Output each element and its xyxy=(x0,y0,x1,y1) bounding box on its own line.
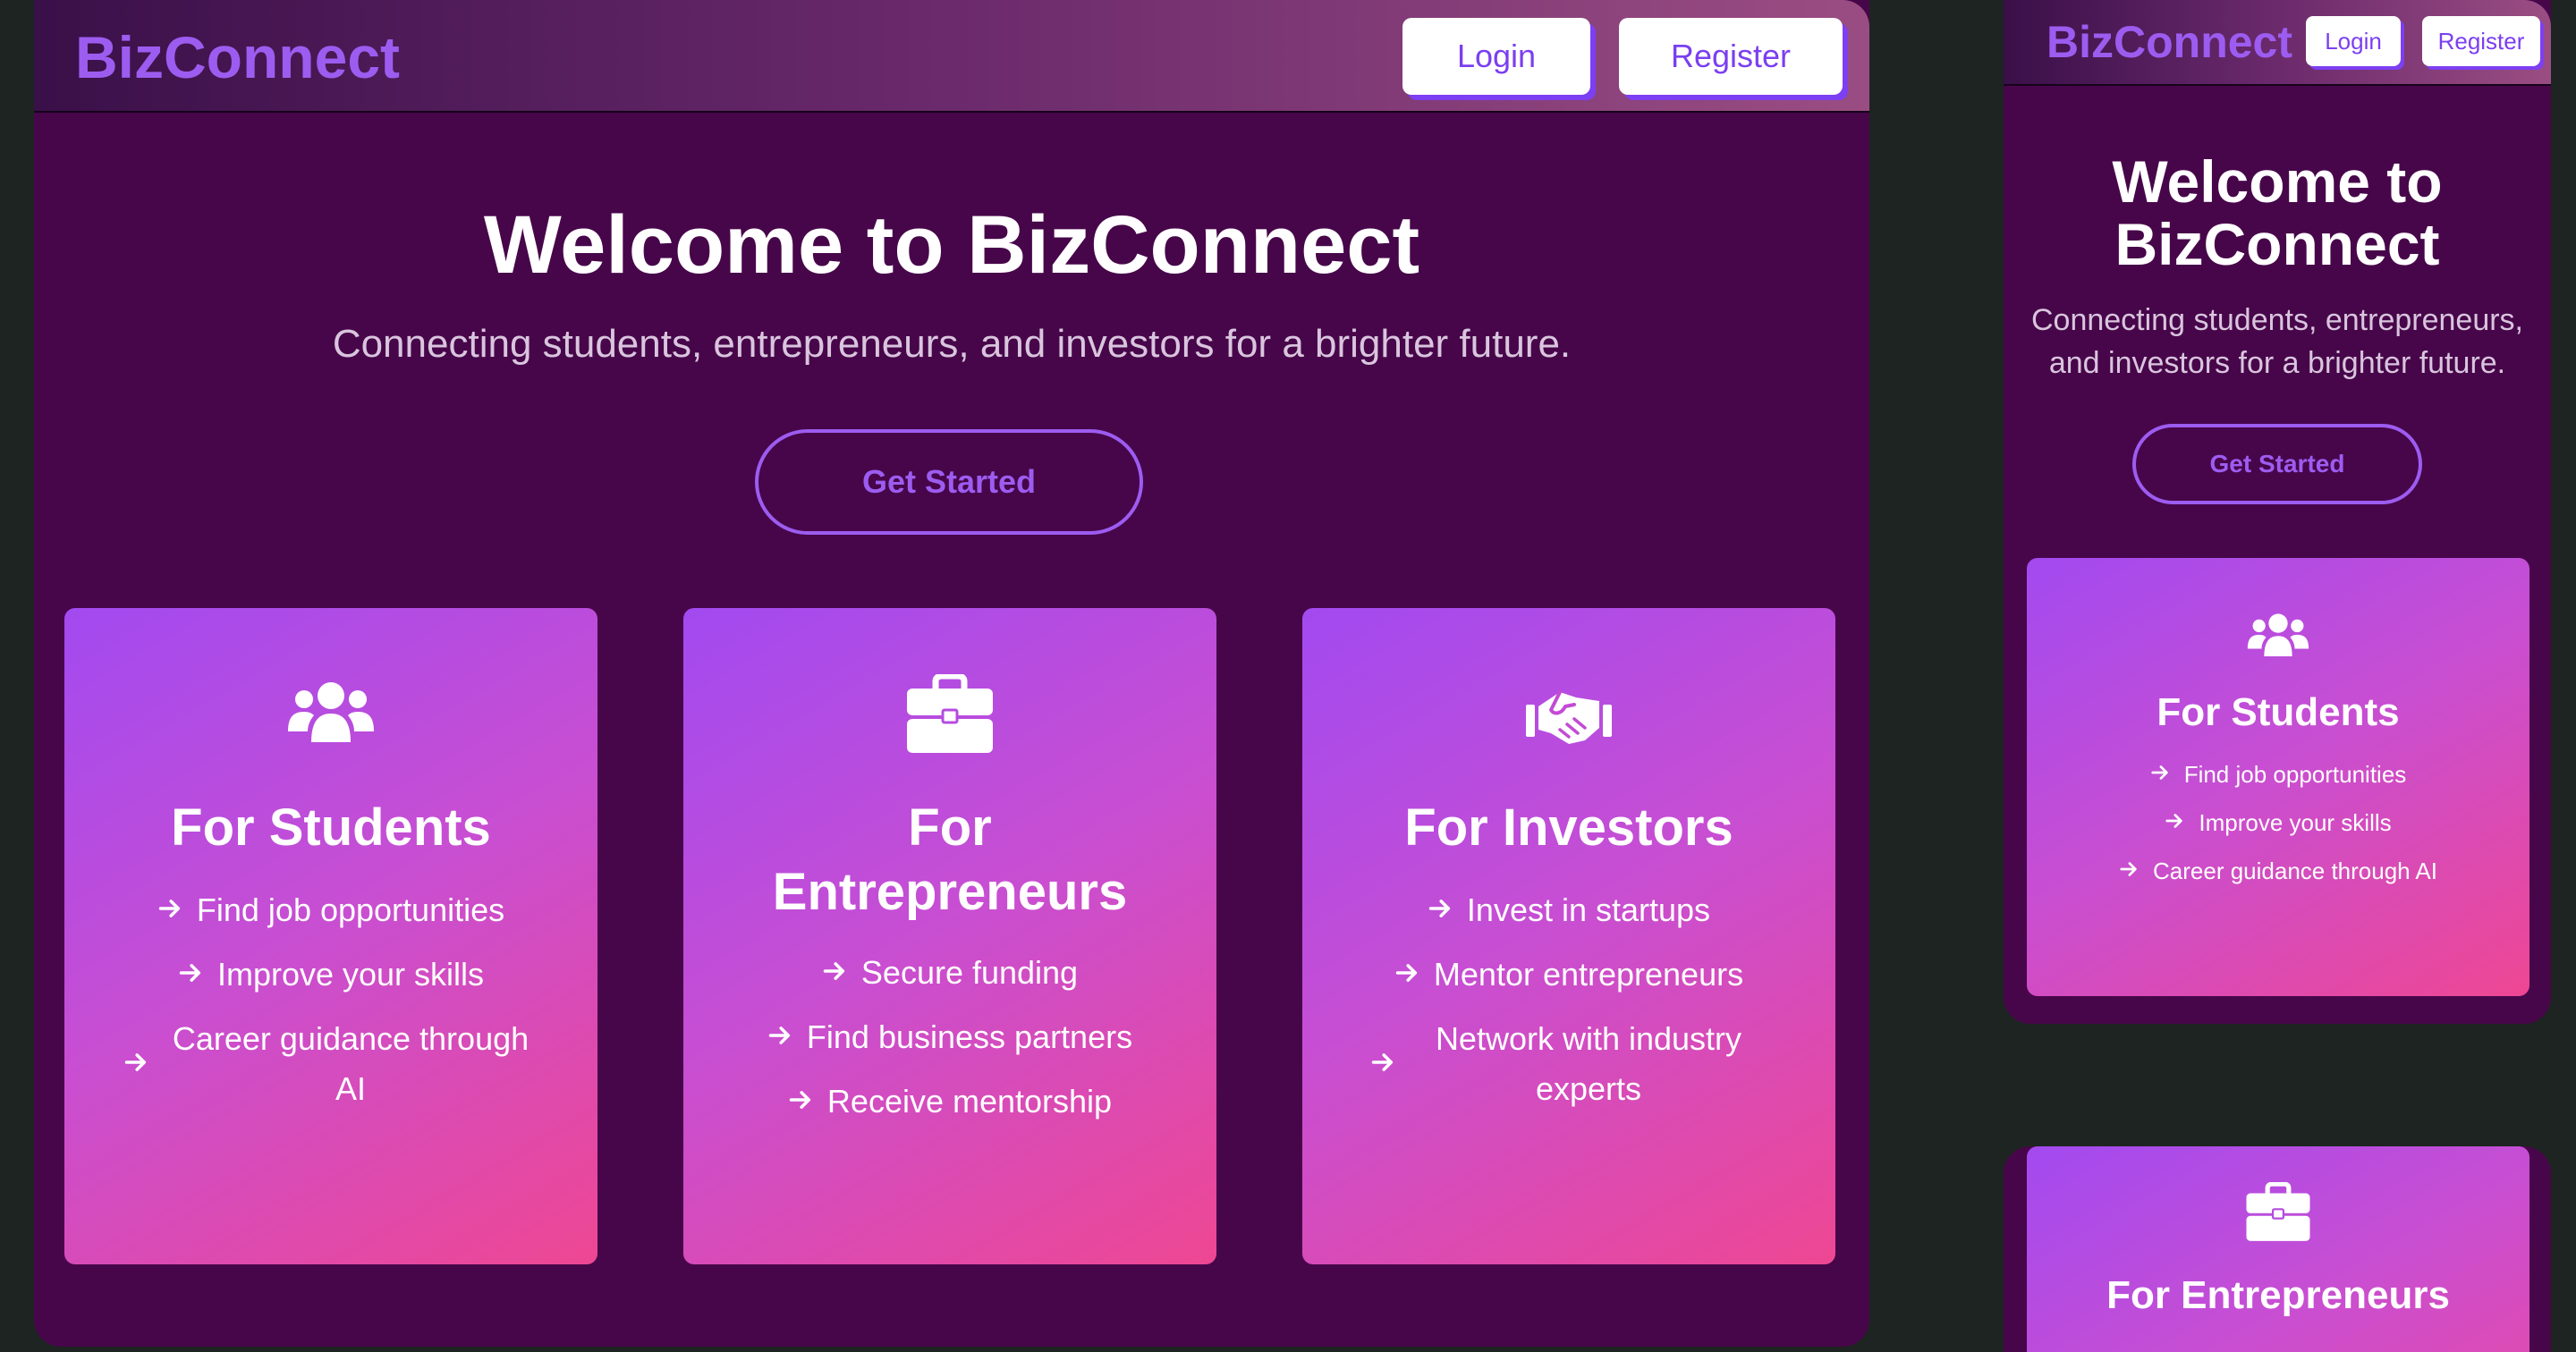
card-feature-list: Invest in startups Mentor entrepreneurs … xyxy=(1356,885,1782,1128)
desktop-preview: BizConnect Login Register Welcome to Biz… xyxy=(34,0,1869,1347)
list-item: Network with industry experts xyxy=(1356,1014,1782,1114)
hero-subtitle: Connecting students, entrepreneurs, and … xyxy=(332,322,1572,366)
card-entrepreneurs: For Entrepreneurs xyxy=(2027,1146,2529,1352)
list-item-text: Mentor entrepreneurs xyxy=(1433,956,1744,993)
list-item-text: Network with industry experts xyxy=(1435,1020,1742,1107)
get-started-button[interactable]: Get Started xyxy=(2132,424,2422,504)
card-feature-list: Find job opportunities Improve your skil… xyxy=(118,885,544,1128)
list-item: Mentor entrepreneurs xyxy=(1356,950,1782,1000)
arrow-right-icon xyxy=(822,948,847,998)
list-item-text: Career guidance through AI xyxy=(2153,858,2437,884)
mobile-preview-continued: For Entrepreneurs xyxy=(2004,1146,2551,1352)
card-title: For Students xyxy=(171,799,491,857)
hero-title: Welcome to BizConnect xyxy=(2112,148,2443,277)
list-item: Career guidance through AI xyxy=(118,1014,544,1114)
list-item: Find job opportunities xyxy=(2080,756,2476,792)
list-item: Career guidance through AI xyxy=(2080,853,2476,889)
briefcase-icon xyxy=(683,674,1216,755)
list-item-text: Find job opportunities xyxy=(2183,761,2407,788)
brand-logo[interactable]: BizConnect xyxy=(75,23,400,91)
list-item: Find business partners xyxy=(737,1012,1163,1062)
register-button[interactable]: Register xyxy=(2422,16,2540,66)
arrow-right-icon xyxy=(2119,853,2139,889)
card-students: For Students Find job opportunities Impr… xyxy=(2027,558,2529,996)
login-button[interactable]: Login xyxy=(2306,16,2401,66)
hero-subtitle: Connecting students, entrepreneurs, and … xyxy=(2030,303,2523,380)
arrow-right-icon xyxy=(157,885,182,935)
list-item-text: Find job opportunities xyxy=(196,891,505,928)
card-entrepreneurs: For Entrepreneurs Secure funding Find bu… xyxy=(683,608,1216,1264)
users-icon xyxy=(64,674,597,755)
list-item: Find job opportunities xyxy=(118,885,544,935)
users-icon xyxy=(2027,608,2529,665)
list-item: Invest in startups xyxy=(1356,885,1782,935)
list-item: Secure funding xyxy=(737,948,1163,998)
list-item: Improve your skills xyxy=(118,950,544,1000)
briefcase-icon xyxy=(2027,1182,2529,1243)
handshake-icon xyxy=(1302,674,1835,755)
arrow-right-icon xyxy=(1428,885,1453,935)
register-button[interactable]: Register xyxy=(1619,18,1843,95)
card-investors: For Investors Invest in startups Mentor … xyxy=(1302,608,1835,1264)
mobile-preview: BizConnect Login Register Welcome to Biz… xyxy=(2004,0,2551,1024)
arrow-right-icon xyxy=(1370,1039,1395,1089)
arrow-right-icon xyxy=(2165,805,2184,841)
list-item-text: Secure funding xyxy=(860,954,1079,991)
get-started-button[interactable]: Get Started xyxy=(755,429,1143,535)
list-item-text: Invest in startups xyxy=(1466,891,1711,928)
arrow-right-icon xyxy=(2150,756,2170,792)
site-header: BizConnect Login Register xyxy=(2004,0,2551,86)
list-item-text: Career guidance through AI xyxy=(172,1020,530,1107)
list-item-text: Find business partners xyxy=(806,1018,1133,1055)
arrow-right-icon xyxy=(1394,950,1419,1000)
card-students: For Students Find job opportunities Impr… xyxy=(64,608,597,1264)
arrow-right-icon xyxy=(123,1039,148,1089)
list-item: Receive mentorship xyxy=(737,1077,1163,1127)
hero-title: Welcome to BizConnect xyxy=(483,199,1420,291)
list-item: Improve your skills xyxy=(2080,805,2476,841)
list-item-text: Improve your skills xyxy=(216,956,485,993)
card-title: For Investors xyxy=(1404,799,1733,857)
brand-logo[interactable]: BizConnect xyxy=(2046,16,2292,68)
card-feature-list: Secure funding Find business partners Re… xyxy=(737,948,1163,1141)
list-item-text: Improve your skills xyxy=(2199,809,2392,836)
arrow-right-icon xyxy=(178,950,203,1000)
card-title: For Students xyxy=(2157,690,2400,734)
site-header: BizConnect Login Register xyxy=(34,0,1869,113)
card-feature-list: Find job opportunities Improve your skil… xyxy=(2080,756,2476,901)
list-item-text: Receive mentorship xyxy=(826,1083,1113,1120)
arrow-right-icon xyxy=(788,1077,813,1127)
login-button[interactable]: Login xyxy=(1402,18,1590,95)
arrow-right-icon xyxy=(767,1012,792,1062)
card-title: For Entrepreneurs xyxy=(772,799,1128,921)
card-title: For Entrepreneurs xyxy=(2106,1273,2450,1317)
